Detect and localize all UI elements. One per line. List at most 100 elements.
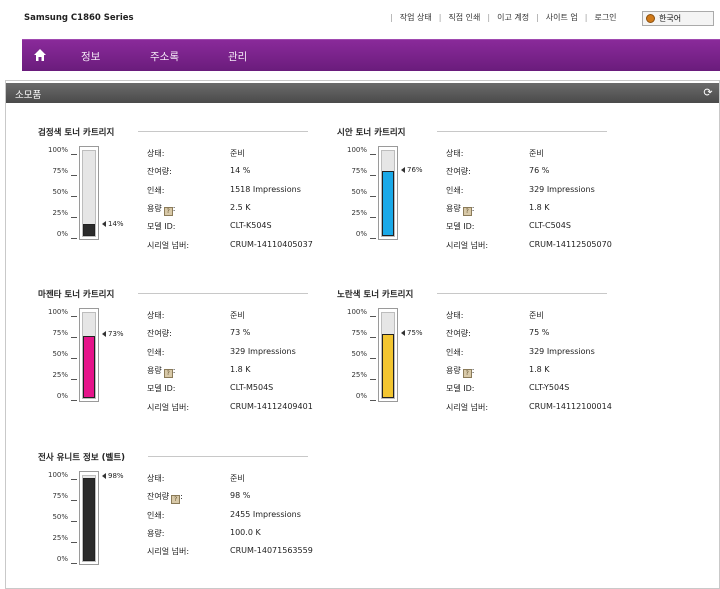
level-fill bbox=[83, 335, 95, 398]
gauge-scale-label: 0% bbox=[56, 230, 68, 238]
model-value: CLT-Y504S bbox=[529, 383, 570, 393]
gauge-scale-label: 0% bbox=[56, 555, 68, 563]
capacity-label-text: 용량 bbox=[446, 365, 461, 375]
gauge-scale-label: 100% bbox=[346, 308, 367, 316]
refresh-icon[interactable]: ⟳ bbox=[701, 86, 715, 100]
gauge-scale-label: 50% bbox=[351, 350, 367, 358]
printed-label: 인쇄: bbox=[147, 510, 164, 521]
serial-label-text: 시리얼 넘버: bbox=[147, 547, 190, 557]
printed-label: 인쇄: bbox=[147, 347, 164, 358]
capacity-label: 용량: bbox=[147, 528, 164, 539]
level-percent-label: 14% bbox=[102, 220, 124, 228]
capacity-label: 용량?: bbox=[446, 203, 475, 216]
gauge-scale-label: 25% bbox=[52, 534, 68, 542]
remaining-label-text: 잔여량: bbox=[147, 167, 172, 177]
capacity-label-text: 용량: bbox=[147, 528, 165, 538]
info-row: 잔여량: 76 % bbox=[446, 166, 666, 184]
home-icon[interactable] bbox=[33, 48, 47, 62]
model-value: CLT-K504S bbox=[230, 221, 272, 231]
gauge-ticks bbox=[370, 315, 378, 401]
info-row: 상태: 준비 bbox=[446, 310, 666, 328]
gauge-scale-label: 50% bbox=[52, 350, 68, 358]
info-icon[interactable]: ? bbox=[171, 495, 181, 505]
link-job-status[interactable]: 작업 상태 bbox=[400, 12, 432, 23]
info-row: 상태: 준비 bbox=[147, 148, 367, 166]
capacity-value: 1.8 K bbox=[529, 202, 550, 212]
link-direct-print[interactable]: 직접 인쇄 bbox=[448, 12, 480, 23]
model-label: 모델 ID: bbox=[147, 221, 175, 232]
info-row: 용량?: 1.8 K bbox=[446, 203, 666, 221]
status-value: 준비 bbox=[230, 149, 245, 158]
cartridge-title: 검정색 토너 카트리지 bbox=[38, 128, 115, 138]
level-fill bbox=[382, 334, 394, 398]
link-account[interactable]: 이고 계정 bbox=[497, 12, 529, 23]
gauge-scale-label: 100% bbox=[47, 471, 68, 479]
info-row: 잔여량: 75 % bbox=[446, 328, 666, 346]
nav-admin[interactable]: 관리 bbox=[228, 49, 247, 64]
capacity-value: 1.8 K bbox=[529, 364, 550, 374]
printed-value: 329 Impressions bbox=[230, 346, 296, 356]
gauge-ticks bbox=[71, 315, 79, 401]
status-label-text: 상태: bbox=[147, 474, 165, 483]
level-gauge bbox=[79, 146, 99, 240]
nav-address-book[interactable]: 주소록 bbox=[150, 49, 179, 64]
model-label: 모델 ID: bbox=[446, 221, 474, 232]
gauge-scale-label: 100% bbox=[47, 308, 68, 316]
capacity-label: 용량?: bbox=[147, 365, 176, 378]
gauge-scale: 100% 75% 50% 25% 0% bbox=[337, 308, 367, 402]
cartridge-title: 시안 토너 카트리지 bbox=[337, 128, 406, 138]
printed-label: 인쇄: bbox=[446, 347, 463, 358]
gauge-ticks bbox=[370, 153, 378, 239]
info-row: 상태: 준비 bbox=[147, 310, 367, 328]
link-site-map[interactable]: 사이트 업 bbox=[546, 12, 578, 23]
serial-label-text: 시리얼 넘버: bbox=[446, 402, 489, 412]
remaining-label: 잔여량?: bbox=[147, 492, 183, 505]
section-title: 소모품 bbox=[15, 90, 42, 101]
remaining-value: 75 % bbox=[529, 328, 550, 338]
cartridge-cyan: 시안 토너 카트리지 100% 75% 50% 25% 0% 76% 상태: 준비 잔여량… bbox=[337, 126, 612, 256]
remaining-value: 73 % bbox=[230, 328, 251, 338]
separator: | bbox=[438, 13, 442, 22]
gauge-scale-label: 25% bbox=[52, 209, 68, 217]
info-row: 시리얼 넘버: CRUM-14071563559 bbox=[147, 546, 367, 564]
level-gauge bbox=[378, 308, 398, 402]
status-label-text: 상태: bbox=[446, 149, 464, 158]
level-fill bbox=[83, 224, 95, 236]
info-row: 용량?: 2.5 K bbox=[147, 203, 367, 221]
level-percent-label: 75% bbox=[401, 329, 423, 337]
level-gauge bbox=[79, 471, 99, 565]
info-icon[interactable]: ? bbox=[163, 206, 173, 216]
serial-label-text: 시리얼 넘버: bbox=[446, 240, 489, 250]
status-label: 상태: bbox=[446, 310, 463, 321]
info-row: 시리얼 넘버: CRUM-14110405037 bbox=[147, 240, 367, 258]
gauge-scale: 100% 75% 50% 25% 0% bbox=[38, 471, 68, 565]
printed-value: 329 Impressions bbox=[529, 346, 595, 356]
title-divider bbox=[437, 293, 607, 294]
info-row: 인쇄: 329 Impressions bbox=[147, 347, 367, 365]
info-row: 인쇄: 1518 Impressions bbox=[147, 185, 367, 203]
serial-value: CRUM-14112505070 bbox=[529, 239, 612, 249]
language-select[interactable]: 한국어 bbox=[642, 11, 714, 26]
gauge-scale: 100% 75% 50% 25% 0% bbox=[337, 146, 367, 240]
status-label-text: 상태: bbox=[147, 149, 165, 158]
link-login[interactable]: 로그인 bbox=[594, 12, 616, 23]
status-label-text: 상태: bbox=[446, 311, 464, 320]
nav-info[interactable]: 정보 bbox=[81, 49, 100, 64]
info-row: 잔여량: 73 % bbox=[147, 328, 367, 346]
remaining-label: 잔여량: bbox=[446, 166, 471, 177]
capacity-label-text: 용량 bbox=[147, 365, 162, 375]
supplies-panel: 소모품 ⟳ 검정색 토너 카트리지 100% 75% 50% 25% 0% 14% 상태:… bbox=[5, 80, 720, 589]
printed-value: 1518 Impressions bbox=[230, 184, 301, 194]
info-icon[interactable]: ? bbox=[462, 368, 472, 378]
top-links: | 작업 상태 | 직접 인쇄 | 이고 계정 | 사이트 업 | 로그인 bbox=[383, 12, 617, 23]
top-bar: Samsung C1860 Series | 작업 상태 | 직접 인쇄 | 이… bbox=[0, 0, 720, 38]
info-row: 모델 ID: CLT-Y504S bbox=[446, 383, 666, 401]
gauge-ticks bbox=[71, 153, 79, 239]
title-divider bbox=[138, 131, 308, 132]
info-icon[interactable]: ? bbox=[163, 368, 173, 378]
level-gauge bbox=[378, 146, 398, 240]
info-row: 시리얼 넘버: CRUM-14112505070 bbox=[446, 240, 666, 258]
info-icon[interactable]: ? bbox=[462, 206, 472, 216]
app-title: Samsung C1860 Series bbox=[24, 13, 134, 23]
remaining-label-text: 잔여량 bbox=[147, 492, 170, 502]
